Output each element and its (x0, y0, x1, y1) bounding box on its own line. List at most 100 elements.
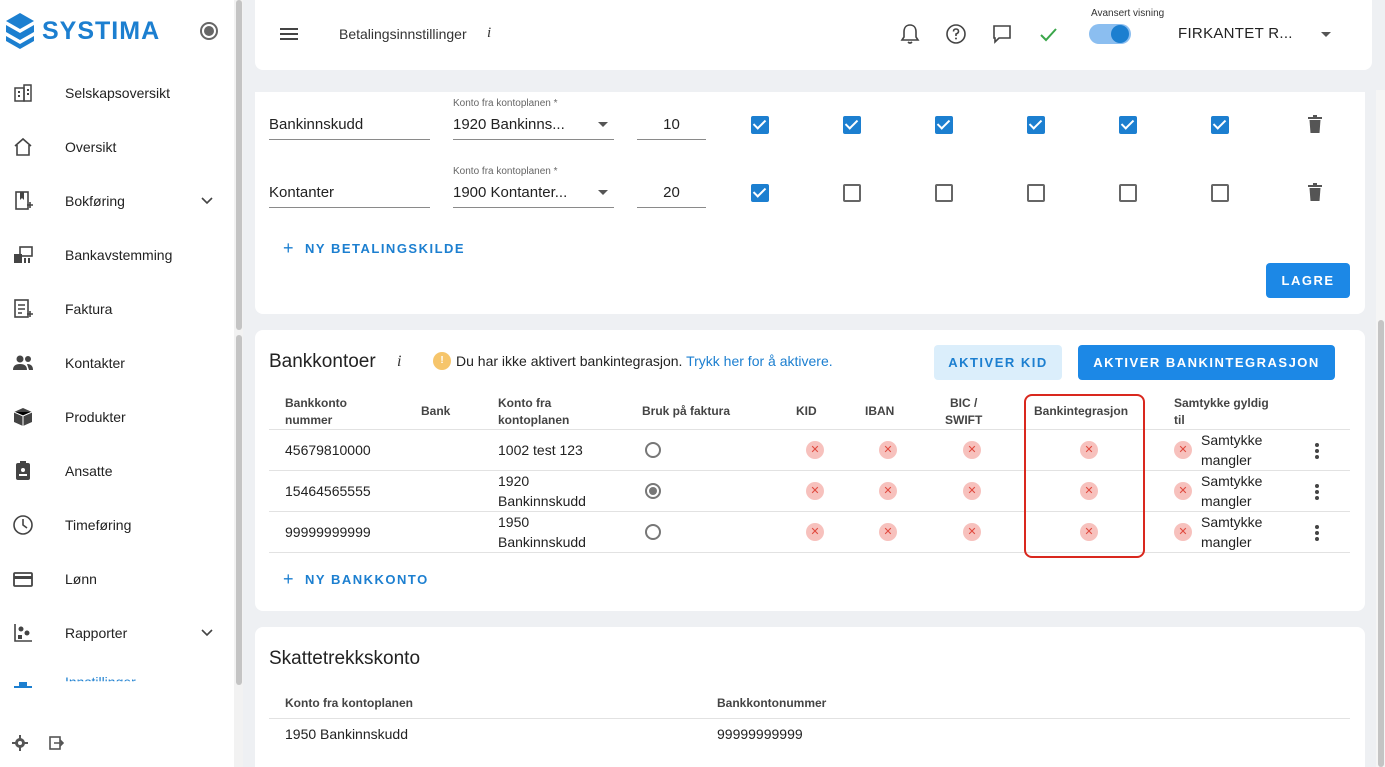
main-scrollbar-thumb[interactable] (1378, 320, 1384, 767)
check-status-icon[interactable] (1037, 23, 1059, 45)
payment-source-checkbox[interactable] (1027, 116, 1045, 134)
toggle-label: Avansert visning (1091, 8, 1165, 19)
add-payment-source-label: NY BETALINGSKILDE (305, 241, 466, 256)
add-bank-account-button[interactable]: + NY BANKKONTO (283, 569, 429, 590)
activate-bank-integration-button[interactable]: AKTIVER BANKINTEGRASJON (1078, 345, 1335, 380)
help-icon[interactable] (945, 23, 967, 45)
chat-icon[interactable] (991, 23, 1013, 45)
sidebar-item-bokf-ring[interactable]: Bokføring (0, 174, 234, 228)
table-divider (269, 552, 1350, 553)
more-options-icon[interactable] (1315, 525, 1319, 541)
sidebar-item-faktura[interactable]: Faktura (0, 282, 234, 336)
iban-status-x-icon: ✕ (879, 482, 897, 500)
col-kid: KID (796, 404, 817, 418)
payment-source-checkbox[interactable] (1119, 116, 1137, 134)
bank-accounts-title: Bankkontoer (269, 351, 376, 372)
payment-source-checkbox[interactable] (1027, 184, 1045, 202)
trash-icon[interactable] (1308, 183, 1322, 201)
ledger-icon (15, 191, 33, 210)
col-bic-line1: BIC / (949, 396, 978, 410)
bank-accounts-card: Bankkontoer i ! Du har ikke aktivert ban… (255, 330, 1365, 611)
logout-icon[interactable] (48, 735, 64, 751)
payment-source-checkbox[interactable] (935, 116, 953, 134)
tax-account-card: Skattetrekkskonto Konto fra kontoplanen … (255, 627, 1365, 767)
sidebar-scrollbar-thumb-lower[interactable] (236, 335, 242, 685)
save-button[interactable]: LAGRE (1266, 263, 1350, 298)
sidebar-item-label: Timeføring (65, 517, 132, 533)
sidebar-item-l-nn[interactable]: Lønn (0, 552, 234, 606)
payment-source-code-input[interactable]: 10 (637, 100, 706, 140)
gear-icon[interactable] (12, 735, 28, 751)
info-icon[interactable]: i (397, 353, 401, 371)
col-consent-line2: til (1174, 413, 1185, 427)
sidebar-item-oversikt[interactable]: Oversikt (0, 120, 234, 174)
payment-source-checkbox[interactable] (935, 184, 953, 202)
sidebar-item-label: Produkter (65, 409, 126, 425)
payment-source-name-input[interactable]: Bankinnskudd (269, 100, 430, 140)
col-use-on-invoice: Bruk på faktura (642, 404, 731, 418)
report-icon (14, 624, 32, 642)
sidebar-item-ansatte[interactable]: Ansatte (0, 444, 234, 498)
account-select[interactable]: 1920 Bankinns... (453, 100, 614, 140)
activate-kid-button[interactable]: AKTIVER KID (934, 345, 1062, 380)
chart-account-line: 1002 test 123 (498, 442, 583, 458)
hamburger-menu-icon[interactable] (279, 24, 299, 44)
table-divider (269, 470, 1350, 471)
info-icon[interactable]: i (487, 25, 491, 42)
payment-source-checkbox[interactable] (1211, 184, 1229, 202)
settings-icon (14, 682, 32, 688)
use-on-invoice-radio[interactable] (645, 483, 661, 499)
sidebar-item-label: Selskapsoversikt (65, 85, 171, 101)
more-options-icon[interactable] (1315, 443, 1319, 459)
sidebar-item-innstillinger[interactable]: Innstillinger (0, 660, 234, 688)
chevron-down-icon[interactable] (200, 626, 214, 640)
col-tax-chart-account: Konto fra kontoplanen (285, 696, 413, 710)
record-icon[interactable] (200, 22, 218, 40)
top-bar: Betalingsinnstillinger i Avansert visnin… (255, 0, 1372, 70)
sidebar-item-rapporter[interactable]: Rapporter (0, 606, 234, 660)
sidebar-item-label: Bokføring (65, 193, 125, 209)
sidebar-item-timef-ring[interactable]: Timeføring (0, 498, 234, 552)
more-options-icon[interactable] (1315, 484, 1319, 500)
caret-down-icon[interactable] (1321, 32, 1331, 37)
activate-integration-link[interactable]: Trykk her for å aktivere. (686, 353, 833, 369)
consent-line: mangler (1201, 534, 1252, 550)
sidebar-item-produkter[interactable]: Produkter (0, 390, 234, 444)
systima-logo[interactable]: SYSTIMA (4, 12, 160, 50)
company-selector[interactable]: FIRKANTET R... (1178, 25, 1293, 42)
payment-source-checkbox[interactable] (843, 184, 861, 202)
contacts-icon (13, 355, 33, 370)
payment-source-checkbox[interactable] (1119, 184, 1137, 202)
consent-line: mangler (1201, 452, 1252, 468)
page-title: Betalingsinnstillinger (339, 26, 467, 42)
caret-down-icon[interactable] (598, 190, 608, 195)
sidebar-scrollbar-thumb[interactable] (236, 0, 242, 330)
iban-status-x-icon: ✕ (879, 523, 897, 541)
payment-source-code-input[interactable]: 20 (637, 168, 706, 208)
bell-icon[interactable] (899, 23, 921, 45)
chevron-down-icon[interactable] (200, 194, 214, 208)
col-tax-bank-number: Bankkontonummer (717, 696, 827, 710)
table-divider (269, 429, 1350, 430)
trash-icon[interactable] (1308, 115, 1322, 133)
bank-account-number: 45679810000 (285, 442, 371, 458)
advanced-view-toggle[interactable] (1089, 24, 1131, 44)
consent-status-x-icon: ✕ (1174, 482, 1192, 500)
payment-source-checkbox[interactable] (751, 184, 769, 202)
use-on-invoice-radio[interactable] (645, 524, 661, 540)
payment-source-checkbox[interactable] (751, 116, 769, 134)
col-account-number: Bankkonto nummer (285, 395, 347, 429)
consent-line: Samtykke (1201, 514, 1263, 530)
caret-down-icon[interactable] (598, 122, 608, 127)
use-on-invoice-radio[interactable] (645, 442, 661, 458)
add-payment-source-button[interactable]: + NY BETALINGSKILDE (283, 238, 465, 259)
payment-source-checkbox[interactable] (1211, 116, 1229, 134)
payment-source-checkbox[interactable] (843, 116, 861, 134)
sidebar-item-selskapsoversikt[interactable]: Selskapsoversikt (0, 66, 234, 120)
sidebar-item-kontakter[interactable]: Kontakter (0, 336, 234, 390)
consent-status: Samtykke mangler (1201, 512, 1262, 552)
payment-source-name-input[interactable]: Kontanter (269, 168, 430, 208)
sidebar-item-bankavstemming[interactable]: Bankavstemming (0, 228, 234, 282)
col-chart-account: Konto fra kontoplanen (498, 395, 569, 429)
account-select[interactable]: 1900 Kontanter... (453, 168, 614, 208)
